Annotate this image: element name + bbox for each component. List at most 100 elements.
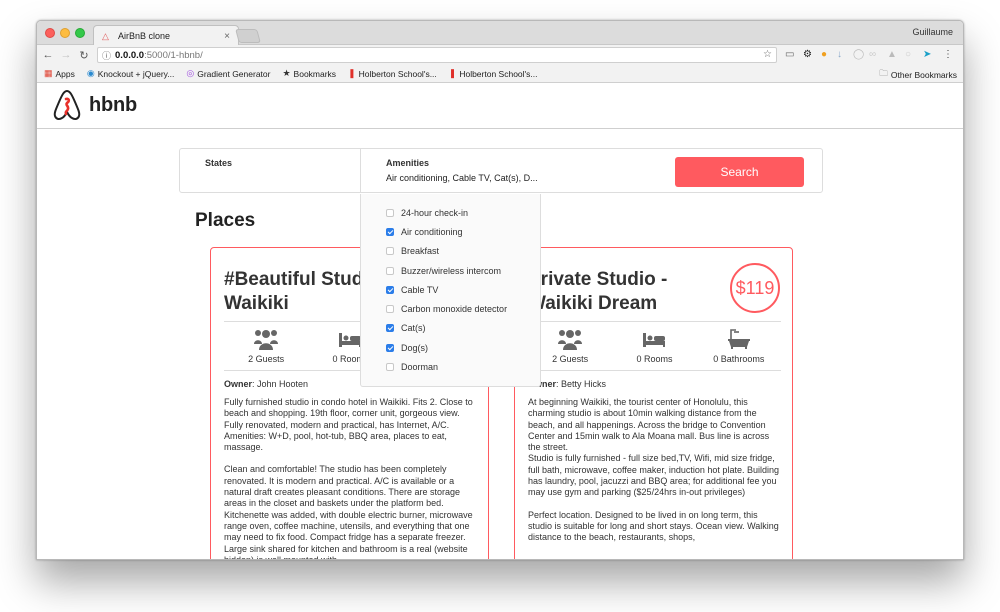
- title-bar: △ AirBnB clone × Guillaume: [37, 21, 963, 46]
- profile-name[interactable]: Guillaume: [912, 27, 953, 37]
- link-extension-icon[interactable]: ∞: [869, 48, 876, 62]
- url-path: :5000/1-hbnb/: [144, 49, 203, 61]
- amenity-option[interactable]: 24-hour check-in: [361, 203, 540, 222]
- amenity-checkbox[interactable]: [386, 266, 394, 275]
- amenity-label: Buzzer/wireless intercom: [401, 265, 502, 276]
- other-bookmarks[interactable]: 🗀 Other Bookmarks: [879, 68, 957, 82]
- bookmark-gradient-generator[interactable]: ◎ Gradient Generator: [186, 68, 270, 79]
- tab-airbnb-clone[interactable]: △ AirBnB clone ×: [93, 25, 239, 46]
- bookmark-label: Holberton School's...: [358, 68, 437, 79]
- amenity-option[interactable]: Breakfast: [361, 242, 540, 261]
- rooms-count: 0 Rooms: [636, 354, 673, 364]
- arrow-extension-icon[interactable]: ➤: [923, 48, 931, 62]
- place-description: At beginning Waikiki, the tourist center…: [528, 397, 781, 555]
- owner-label: Owner: [224, 379, 253, 389]
- guests-count: 2 Guests: [248, 354, 285, 364]
- rooms-info: 0 Rooms: [612, 322, 696, 370]
- address-bar[interactable]: ⓘ 0.0.0.0 :5000/1-hbnb/ ☆: [97, 47, 777, 63]
- drive-extension-icon[interactable]: ▲: [887, 48, 897, 62]
- reload-icon[interactable]: ↻: [77, 49, 91, 62]
- amenities-filter[interactable]: Amenities Air conditioning, Cable TV, Ca…: [362, 149, 662, 192]
- bookmark-star-icon[interactable]: ☆: [763, 49, 772, 60]
- desktop-stage: △ AirBnB clone × Guillaume ← → ↻ ⓘ 0.0.0…: [0, 0, 1000, 612]
- close-tab-icon[interactable]: ×: [224, 31, 230, 42]
- circle-extension-icon[interactable]: ○: [905, 48, 911, 62]
- amenities-label: Amenities: [386, 158, 430, 168]
- menu-kebab-icon[interactable]: ⋮: [943, 48, 953, 62]
- place-description: Fully furnished studio in condo hotel in…: [224, 397, 477, 560]
- amenity-label: Carbon monoxide detector: [401, 304, 508, 315]
- new-tab-button[interactable]: [235, 29, 261, 43]
- bookmark-knockout[interactable]: ◉ Knockout + jQuery...: [87, 68, 174, 79]
- other-bookmarks-label: Other Bookmarks: [890, 70, 957, 80]
- amenity-label: Cable TV: [401, 284, 439, 295]
- amenity-option[interactable]: Cat(s): [361, 319, 540, 338]
- cast-icon[interactable]: ▭: [785, 48, 794, 62]
- amenity-label: Air conditioning: [401, 226, 463, 237]
- owner-name: : John Hooten: [252, 379, 309, 389]
- logo-text: hbnb: [89, 93, 138, 116]
- download-extension-icon[interactable]: ↓: [837, 48, 842, 62]
- amenity-option[interactable]: Carbon monoxide detector: [361, 299, 540, 318]
- shield-extension-icon[interactable]: ◯: [853, 48, 864, 62]
- place-name: Private Studio - Waikiki Dream: [528, 269, 668, 314]
- description-paragraph: Clean and comfortable! The studio has be…: [224, 464, 473, 560]
- apps-grid-icon: ▦: [44, 68, 53, 78]
- bookmark-bookmarks[interactable]: ★ Bookmarks: [282, 68, 336, 79]
- amenity-option[interactable]: Dog(s): [361, 338, 540, 357]
- amenity-checkbox[interactable]: [386, 227, 394, 236]
- bookmark-label: Knockout + jQuery...: [97, 68, 175, 79]
- holberton-icon: ❚: [448, 68, 457, 78]
- amenities-dropdown: 24-hour check-in Air conditioning Breakfas…: [360, 194, 541, 387]
- amenity-label: Cat(s): [401, 323, 426, 334]
- airbnb-logo-icon: [53, 89, 81, 121]
- tab-title: AirBnB clone: [118, 31, 171, 41]
- close-window-button[interactable]: [45, 28, 55, 38]
- amenity-checkbox[interactable]: [386, 343, 394, 352]
- back-icon[interactable]: ←: [41, 49, 55, 61]
- bathrooms-count: 0 Bathrooms: [713, 354, 765, 364]
- price-badge: $119: [730, 263, 780, 313]
- amenity-label: Doorman: [401, 362, 439, 373]
- search-button[interactable]: Search: [675, 157, 804, 187]
- browser-window: △ AirBnB clone × Guillaume ← → ↻ ⓘ 0.0.0…: [36, 20, 964, 560]
- site-info-icon[interactable]: ⓘ: [102, 49, 111, 62]
- amenity-checkbox[interactable]: [386, 305, 394, 314]
- amenity-option[interactable]: Air conditioning: [361, 222, 540, 241]
- bookmark-apps[interactable]: ▦ Apps: [44, 68, 75, 79]
- minimize-window-button[interactable]: [60, 28, 70, 38]
- bookmark-holberton-2[interactable]: ❚ Holberton School's...: [449, 68, 538, 79]
- places-title: Places: [195, 210, 256, 231]
- states-label: States: [205, 158, 233, 168]
- bathrooms-info: 0 Bathrooms: [697, 322, 781, 370]
- amenity-checkbox[interactable]: [386, 247, 394, 256]
- settings-gear-icon[interactable]: ⚙: [803, 48, 812, 62]
- amenity-option[interactable]: Doorman: [361, 357, 540, 376]
- emoji-extension-icon[interactable]: ●: [821, 48, 827, 62]
- states-filter[interactable]: States: [180, 149, 361, 192]
- wordpress-icon: ◉: [86, 68, 95, 78]
- amenity-checkbox[interactable]: [386, 208, 394, 217]
- holberton-icon: ❚: [348, 68, 356, 78]
- bookmark-label: Bookmarks: [293, 68, 337, 79]
- window-controls: [45, 28, 85, 38]
- browser-toolbar: ← → ↻ ⓘ 0.0.0.0 :5000/1-hbnb/ ☆ ▭ ⚙ ● ↓ …: [37, 45, 963, 65]
- maximize-window-button[interactable]: [75, 28, 85, 38]
- guests-icon: [254, 330, 279, 350]
- amenity-label: 24-hour check-in: [401, 207, 469, 218]
- amenity-checkbox[interactable]: [386, 285, 394, 294]
- amenity-option[interactable]: Cable TV: [361, 280, 540, 299]
- description-paragraph: Perfect location. Designed to be lived i…: [528, 509, 779, 543]
- amenity-checkbox[interactable]: [386, 363, 394, 372]
- amenity-label: Dog(s): [401, 342, 429, 353]
- hbnb-logo[interactable]: hbnb: [53, 89, 137, 121]
- url-host: 0.0.0.0: [115, 49, 145, 61]
- bookmark-holberton-1[interactable]: ❚ Holberton School's...: [348, 68, 437, 79]
- color-wheel-icon: ◎: [186, 68, 195, 78]
- amenity-checkbox[interactable]: [386, 324, 394, 333]
- folder-icon: 🗀: [879, 68, 888, 78]
- forward-icon[interactable]: →: [59, 49, 73, 61]
- amenity-option[interactable]: Buzzer/wireless intercom: [361, 261, 540, 280]
- description-paragraph: Fully furnished studio in condo hotel in…: [224, 397, 473, 453]
- guests-count: 2 Guests: [552, 354, 589, 364]
